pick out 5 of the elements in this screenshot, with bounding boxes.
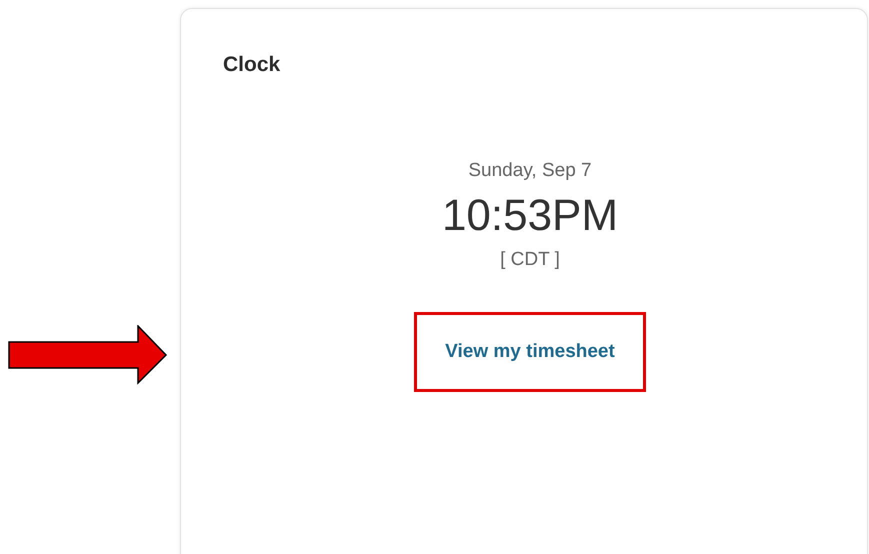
card-title: Clock [223,52,280,78]
timezone-label: [ CDT ] [500,248,560,272]
time-label: 10:53PM [442,190,618,242]
timesheet-link[interactable]: View my timesheet [445,338,615,366]
date-label: Sunday, Sep 7 [468,159,592,183]
